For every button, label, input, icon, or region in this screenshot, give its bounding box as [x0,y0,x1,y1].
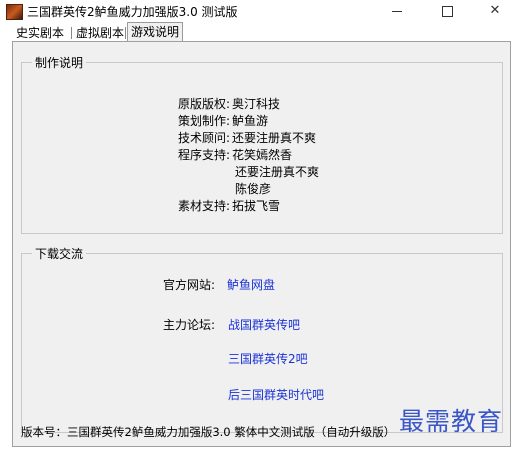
close-button[interactable]: ✕ [476,0,514,22]
credit-label: 程序支持: [177,148,230,162]
tab-separator [125,27,126,39]
credit-label: 技术顾问: [177,131,230,145]
credit-value: 花笑嫣然香 [232,148,293,162]
credit-label: 素材支持: [177,199,230,213]
credit-label: 策划制作: [177,114,230,128]
version-label: 版本号：三国群英传2鲈鱼威力加强版3.0 繁体中文测试版（自动升级版） [21,425,396,439]
credit-value: 拓拔飞雪 [232,199,281,213]
credits-group: 制作说明 原版版权: 奥汀科技 策划制作: 鲈鱼游 技术顾问: 还要注册真不爽 … [21,54,503,234]
maximize-icon [442,6,453,17]
maximize-button[interactable] [428,0,466,22]
watermark: 最需教育 [399,407,504,436]
forum-link[interactable]: 三国群英传2吧 [228,350,308,367]
credit-value: 陈俊彦 [235,182,272,196]
minimize-icon [392,11,402,12]
credits-group-title: 制作说明 [32,54,87,71]
downloads-group-title: 下载交流 [32,245,87,262]
forum-link[interactable]: 战国群英传吧 [228,316,300,333]
credit-value: 还要注册真不爽 [232,131,317,145]
official-site-link[interactable]: 鲈鱼网盘 [227,276,275,293]
window-title: 三国群英传2鲈鱼威力加强版3.0 测试版 [27,5,238,19]
credit-value: 还要注册真不爽 [235,165,320,179]
title-bar: 三国群英传2鲈鱼威力加强版3.0 测试版 ✕ [0,0,521,22]
credit-value: 鲈鱼游 [232,114,269,128]
tab-strip: 史实剧本 虚拟剧本 游戏说明 [12,22,512,42]
credit-label: 原版版权: [177,97,230,111]
forum-label: 主力论坛: [162,318,215,332]
official-site-label: 官方网站: [162,278,215,292]
tab-game-info[interactable]: 游戏说明 [127,22,184,42]
credit-value: 奥汀科技 [232,97,281,111]
close-icon: ✕ [489,3,501,18]
tab-panel: 制作说明 原版版权: 奥汀科技 策划制作: 鲈鱼游 技术顾问: 还要注册真不爽 … [12,41,511,447]
app-icon [6,4,23,20]
minimize-button[interactable] [378,0,416,22]
forum-link[interactable]: 后三国群英时代吧 [228,386,324,403]
